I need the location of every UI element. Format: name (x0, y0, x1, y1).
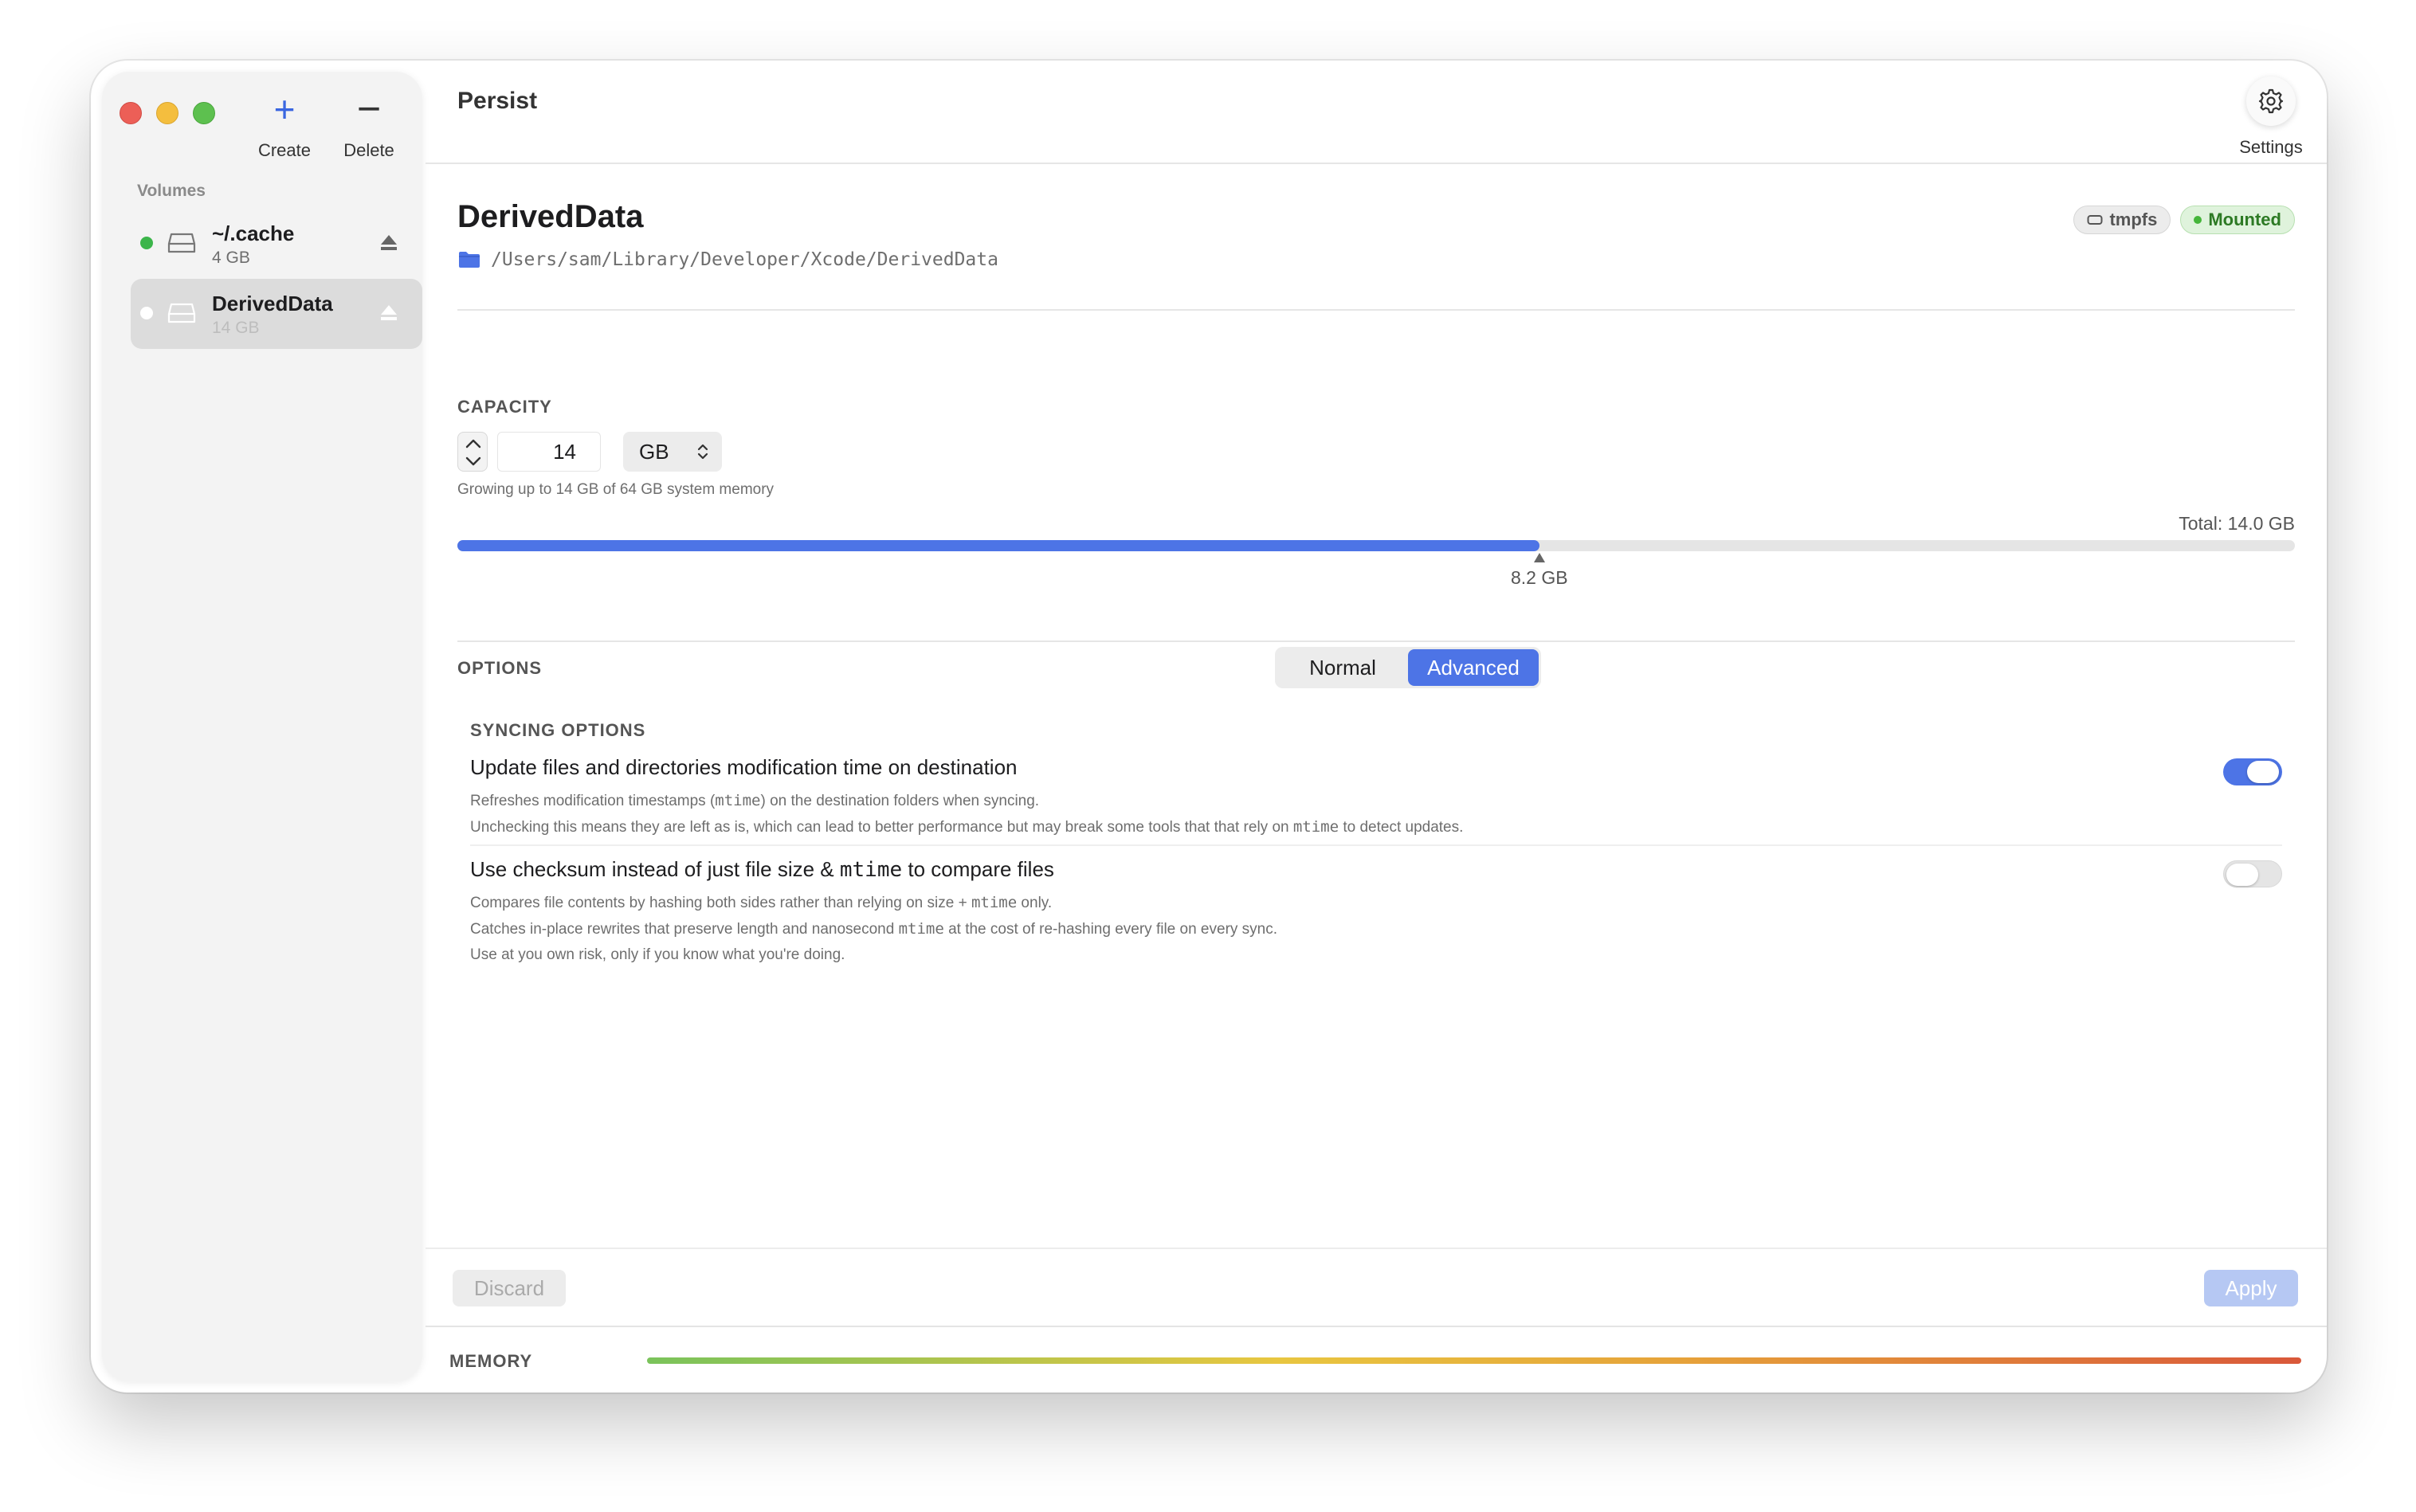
status-badge: Mounted (2180, 206, 2295, 234)
gear-icon (2258, 88, 2284, 114)
sidebar-item-cache[interactable]: ~/.cache 4 GB (131, 209, 422, 279)
title-text: to compare files (902, 857, 1054, 881)
capacity-label: CAPACITY (457, 397, 552, 417)
unit-select[interactable]: GB (623, 432, 722, 472)
drive-icon (167, 303, 196, 323)
folder-icon (459, 252, 480, 268)
main-pane: Persist Settings DerivedData /Users/sam/… (426, 61, 2327, 1393)
chevron-updown-icon (697, 444, 708, 460)
title-code: mtime (839, 858, 903, 882)
memory-chip-icon (2087, 215, 2103, 225)
delete-button[interactable]: − Delete (325, 88, 413, 161)
top-bar: Persist Settings (426, 61, 2327, 164)
settings-circle (2246, 76, 2296, 126)
desc-text: Refreshes modification timestamps ( (470, 793, 716, 809)
volume-path-row: /Users/sam/Library/Developer/Xcode/Deriv… (457, 247, 998, 272)
stepper-chevrons-icon (465, 439, 481, 466)
option-title: Update files and directories modificatio… (470, 755, 1018, 779)
mode-advanced-button[interactable]: Advanced (1408, 649, 1539, 686)
memory-pressure-bar (647, 1357, 2301, 1364)
create-button[interactable]: + Create (241, 88, 328, 161)
close-window-button[interactable] (120, 102, 142, 124)
zoom-window-button[interactable] (193, 102, 215, 124)
status-label: Mounted (2208, 210, 2281, 229)
unit-select-value: GB (639, 440, 669, 464)
volume-size: 14 GB (212, 319, 260, 337)
app-title: Persist (457, 88, 538, 114)
drive-icon (167, 233, 196, 253)
toggle-knob (2247, 761, 2279, 783)
option-update-mtime: Update files and directories modificatio… (470, 755, 2282, 840)
options-mode-segmented-control: Normal Advanced (1275, 647, 1541, 688)
mode-normal-button[interactable]: Normal (1277, 649, 1408, 686)
usage-marker-icon (1534, 553, 1545, 562)
volume-name: DerivedData (212, 292, 333, 315)
capacity-input[interactable]: 14 (497, 432, 601, 472)
plus-icon: + (273, 88, 296, 130)
option-description-line: Compares file contents by hashing both s… (470, 890, 2282, 916)
update-mtime-toggle[interactable] (2223, 758, 2282, 785)
discard-button[interactable]: Discard (453, 1270, 566, 1306)
volumes-section-label: Volumes (137, 182, 206, 200)
checksum-toggle[interactable] (2223, 860, 2282, 887)
used-capacity-label: 8.2 GB (1511, 567, 1568, 588)
desc-code: mtime (715, 792, 761, 809)
filesystem-label: tmpfs (2109, 210, 2158, 229)
volume-badges: tmpfs Mounted (2073, 206, 2295, 234)
syncing-options-label: SYNCING OPTIONS (470, 720, 646, 740)
desc-text: at the cost of re-hashing every file on … (943, 921, 1278, 938)
desc-text: Unchecking this means they are left as i… (470, 819, 1293, 836)
total-capacity-label: Total: 14.0 GB (2179, 513, 2295, 534)
status-dot-icon (2194, 216, 2202, 224)
minimize-window-button[interactable] (156, 102, 178, 124)
volume-title: DerivedData (457, 199, 644, 234)
filesystem-badge: tmpfs (2073, 206, 2171, 234)
option-title: Use checksum instead of just file size &… (470, 857, 2282, 882)
minus-icon: − (356, 86, 382, 132)
desc-text: ) on the destination folders when syncin… (760, 793, 1040, 809)
settings-button[interactable]: Settings (2234, 76, 2308, 158)
eject-icon[interactable] (379, 303, 398, 322)
option-description: Compares file contents by hashing both s… (470, 890, 2282, 968)
toggle-knob (2226, 864, 2258, 886)
sidebar: + Create − Delete Volumes ~/.cache 4 GB (102, 72, 422, 1381)
footer-divider (426, 1248, 2327, 1249)
desc-code: mtime (971, 894, 1018, 911)
sidebar-item-deriveddata[interactable]: DerivedData 14 GB (131, 279, 422, 349)
desc-code: mtime (898, 920, 944, 938)
status-dot-icon (140, 307, 153, 319)
desc-text: to detect updates. (1339, 819, 1464, 836)
capacity-stepper[interactable] (457, 432, 488, 472)
settings-label: Settings (2239, 137, 2303, 157)
delete-label: Delete (343, 140, 394, 160)
option-description-line: Catches in-place rewrites that preserve … (470, 916, 2282, 942)
option-description-line: Use at you own risk, only if you know wh… (470, 946, 845, 963)
memory-divider (426, 1326, 2327, 1327)
usage-progress-fill (457, 540, 1539, 551)
eject-icon[interactable] (379, 233, 398, 252)
divider (457, 309, 2295, 311)
memory-label: MEMORY (449, 1351, 533, 1371)
title-text: Use checksum instead of just file size & (470, 857, 840, 881)
option-description: Refreshes modification timestamps (mtime… (470, 788, 2282, 840)
usage-progress-bar (457, 540, 2295, 551)
capacity-hint: Growing up to 14 GB of 64 GB system memo… (457, 481, 775, 498)
row-divider (470, 844, 2282, 846)
option-description-line: Refreshes modification timestamps (mtime… (470, 788, 2282, 814)
create-label: Create (257, 140, 312, 160)
option-checksum: Use checksum instead of just file size &… (470, 857, 2282, 968)
volume-size: 4 GB (212, 249, 250, 267)
app-window: + Create − Delete Volumes ~/.cache 4 GB (91, 61, 2327, 1393)
desc-code: mtime (1292, 818, 1339, 836)
option-description-line: Unchecking this means they are left as i… (470, 814, 2282, 840)
apply-button[interactable]: Apply (2204, 1270, 2298, 1306)
desc-text: Catches in-place rewrites that preserve … (470, 921, 899, 938)
divider (457, 640, 2295, 642)
volume-name: ~/.cache (212, 221, 295, 245)
options-label: OPTIONS (457, 658, 543, 678)
desc-text: Compares file contents by hashing both s… (470, 895, 971, 911)
volume-path: /Users/sam/Library/Developer/Xcode/Deriv… (491, 249, 998, 270)
desc-text: only. (1017, 895, 1053, 911)
status-dot-icon (140, 237, 153, 249)
